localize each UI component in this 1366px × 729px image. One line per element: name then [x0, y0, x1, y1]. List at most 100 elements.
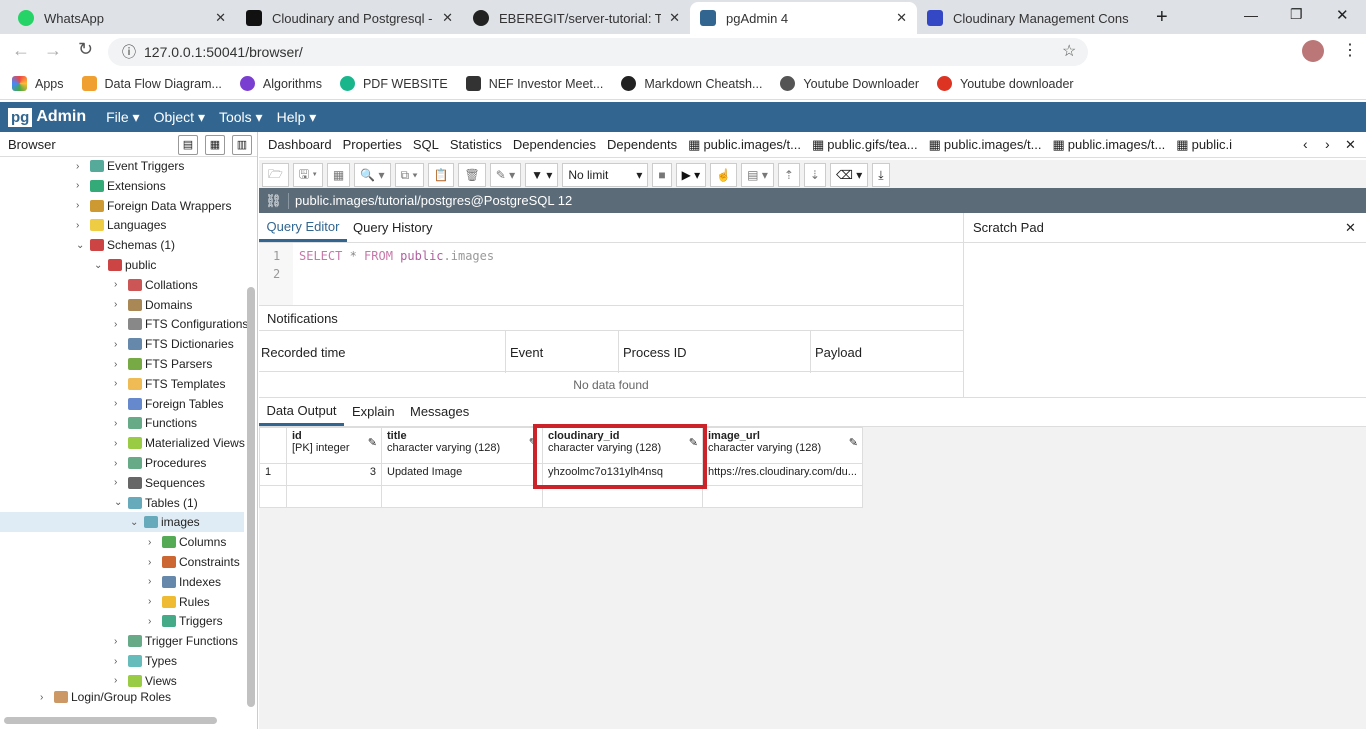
tree-item[interactable]: › Triggers	[148, 611, 223, 631]
panel-tab[interactable]: ▦ public.images/t...	[1052, 137, 1165, 153]
chevron-right-icon[interactable]: ›	[114, 418, 126, 429]
chrome-menu-icon[interactable]: ⋮	[1342, 40, 1358, 60]
tree-item[interactable]: › Foreign Data Wrappers	[76, 196, 232, 216]
browser-tab-github[interactable]: EBEREGIT/server-tutorial: This✕	[463, 2, 690, 34]
cell-image-url[interactable]: https://res.cloudinary.com/du...	[702, 463, 863, 486]
chevron-right-icon[interactable]: ›	[114, 477, 126, 488]
execute-button[interactable]: ▶ ▾	[675, 163, 707, 187]
panel-tab[interactable]: SQL	[413, 137, 439, 152]
bookmark[interactable]: Data Flow Diagram...	[81, 76, 222, 91]
chevron-right-icon[interactable]: ›	[114, 458, 126, 469]
close-tab-icon[interactable]: ✕	[896, 10, 907, 26]
search-objects-button[interactable]: ▥	[232, 135, 252, 155]
chevron-down-icon[interactable]: ⌄	[114, 497, 126, 508]
maximize-button[interactable]: ❐	[1290, 6, 1303, 23]
tree-item[interactable]: › Languages	[76, 215, 166, 235]
chevron-right-icon[interactable]: ›	[40, 692, 52, 703]
tree-scrollbar-horizontal[interactable]	[4, 717, 217, 724]
tree-item[interactable]: ⌄ Schemas (1)	[76, 235, 175, 255]
select-all-cell[interactable]	[259, 427, 287, 464]
copy-button[interactable]: ⧉ ▾	[394, 163, 424, 187]
forward-button[interactable]: →	[44, 40, 62, 61]
panel-tab[interactable]: Dashboard	[268, 137, 332, 152]
back-button[interactable]: ←	[12, 40, 30, 61]
chevron-down-icon[interactable]: ⌄	[94, 260, 106, 271]
close-panel-icon[interactable]: ✕	[1345, 137, 1356, 153]
chevron-right-icon[interactable]: ›	[148, 596, 160, 607]
sql-editor[interactable]: 1 2 SELECT * FROM public.images	[259, 243, 963, 305]
bookmark-star-icon[interactable]: ☆	[1062, 41, 1076, 61]
panel-tab[interactable]: ▦ public.images/t...	[688, 137, 801, 153]
chevron-down-icon[interactable]: ⌄	[76, 240, 88, 251]
chevron-right-icon[interactable]: ›	[76, 220, 88, 231]
chevron-right-icon[interactable]: ›	[76, 161, 88, 172]
stop-button[interactable]: ■	[652, 163, 672, 187]
close-tab-icon[interactable]: ✕	[669, 10, 680, 26]
browser-tab-cloudinary[interactable]: Cloudinary Management Cons	[917, 2, 1144, 34]
chevron-right-icon[interactable]: ›	[114, 319, 126, 330]
find-button[interactable]: ▦	[326, 163, 351, 187]
tab-query-history[interactable]: Query History	[353, 213, 432, 242]
tree-item[interactable]: › Extensions	[76, 176, 166, 196]
chevron-right-icon[interactable]: ›	[114, 438, 126, 449]
tree-item[interactable]: › Login/Group Roles	[40, 687, 171, 707]
chevron-right-icon[interactable]: ›	[114, 279, 126, 290]
column-header-id[interactable]: id [PK] integer ✎	[286, 427, 382, 464]
panel-tab[interactable]: Dependencies	[513, 137, 596, 152]
column-header-image-url[interactable]: image_url character varying (128) ✎	[702, 427, 863, 464]
cell-id[interactable]: 3	[286, 463, 382, 486]
chevron-right-icon[interactable]: ›	[114, 339, 126, 350]
column-header-title[interactable]: title character varying (128) ✎	[381, 427, 543, 464]
tree-item[interactable]: › Procedures	[114, 453, 206, 473]
tree-item[interactable]: › FTS Parsers	[114, 354, 212, 374]
tree-item[interactable]: › Foreign Tables	[114, 394, 224, 414]
panel-tab[interactable]: ▦ public.images/t...	[929, 137, 1042, 153]
save-button[interactable]: 🖫 ▾	[292, 163, 323, 187]
menu-object[interactable]: Object ▾	[154, 109, 205, 126]
bookmark[interactable]: Algorithms	[239, 76, 322, 91]
tab-data-output[interactable]: Data Output	[259, 397, 344, 426]
explain-analyze-button[interactable]: ▤ ▾	[741, 163, 774, 187]
chevron-right-icon[interactable]: ›	[76, 180, 88, 191]
menu-file[interactable]: File ▾	[106, 109, 139, 126]
chevron-right-icon[interactable]: ›	[76, 200, 88, 211]
tree-item[interactable]: › Functions	[114, 413, 197, 433]
close-tab-icon[interactable]: ✕	[442, 10, 453, 26]
tree-scrollbar-vertical[interactable]	[247, 287, 255, 707]
menu-help[interactable]: Help ▾	[277, 109, 317, 126]
chevron-right-icon[interactable]: ›	[148, 616, 160, 627]
cell-title[interactable]: Updated Image	[381, 463, 543, 486]
tree-item[interactable]: › Materialized Views	[114, 433, 245, 453]
tree-item[interactable]: › Event Triggers	[76, 156, 184, 176]
new-tab-button[interactable]: +	[1156, 6, 1168, 29]
clear-button[interactable]: ⌫ ▾	[829, 163, 869, 187]
menu-tools[interactable]: Tools ▾	[219, 109, 263, 126]
query-tool-button[interactable]: ▤	[178, 135, 198, 155]
bookmark[interactable]: Youtube downloader	[937, 76, 1074, 91]
bookmark-apps[interactable]: Apps	[12, 76, 64, 91]
bookmark[interactable]: Youtube Downloader	[780, 76, 919, 91]
chevron-right-icon[interactable]: ›	[148, 576, 160, 587]
tab-messages[interactable]: Messages	[410, 397, 469, 426]
chevron-right-icon[interactable]: ›	[114, 299, 126, 310]
connection-icon[interactable]: ⛓	[259, 192, 289, 209]
tree-item[interactable]: › FTS Templates	[114, 374, 225, 394]
panel-tab[interactable]: Statistics	[450, 137, 502, 152]
row-number[interactable]: 1	[259, 463, 287, 486]
tree-item[interactable]: › Domains	[114, 295, 192, 315]
reload-button[interactable]: ↻	[78, 39, 93, 60]
paste-button[interactable]: 📋	[427, 163, 455, 187]
browser-tab-dev[interactable]: Cloudinary and Postgresql - De✕	[236, 2, 463, 34]
row-limit-select[interactable]: No limit ▾	[562, 163, 649, 187]
search-button[interactable]: 🔍 ▾	[354, 163, 391, 187]
bookmark[interactable]: PDF WEBSITE	[339, 76, 448, 91]
chevron-right-icon[interactable]: ›	[114, 656, 126, 667]
close-scratch-pad-icon[interactable]: ✕	[1345, 220, 1356, 236]
chevron-right-icon[interactable]: ›	[114, 636, 126, 647]
tree-item[interactable]: › FTS Configurations	[114, 314, 248, 334]
tree-item[interactable]: ⌄ Tables (1)	[114, 493, 198, 513]
filter-button[interactable]: ▼ ▾	[525, 163, 559, 187]
minimize-button[interactable]: —	[1244, 7, 1258, 23]
tab-scroll-right-icon[interactable]: ›	[1325, 136, 1330, 152]
browser-tab-whatsapp[interactable]: WhatsApp ✕	[8, 2, 236, 34]
